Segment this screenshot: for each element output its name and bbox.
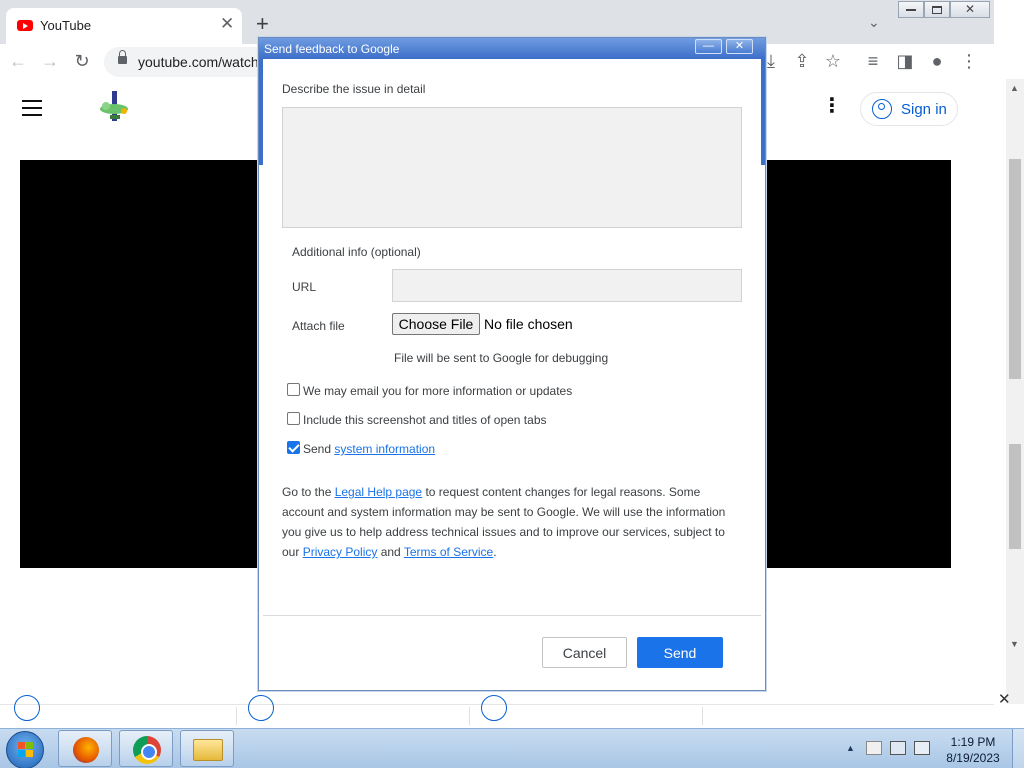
privacy-policy-link[interactable]: Privacy Policy [303, 545, 378, 559]
url-label: URL [292, 280, 317, 294]
bookmark-star-icon[interactable]: ☆ [821, 50, 845, 72]
system-info-checkbox[interactable] [287, 441, 300, 454]
screenshot-checkbox[interactable] [287, 412, 300, 425]
account-circle-icon [872, 99, 892, 119]
system-info-checkbox-label[interactable]: Send system information [303, 442, 435, 456]
system-information-link[interactable]: system information [334, 442, 435, 456]
browser-menu-icon[interactable]: ⋮ [957, 50, 981, 72]
media-control-icon[interactable]: ≡ [861, 50, 885, 72]
youtube-doodle-logo[interactable] [96, 89, 136, 125]
channel-avatar-icon[interactable] [481, 695, 507, 721]
no-file-chosen-text: No file chosen [484, 316, 573, 332]
page-bottom-row [0, 695, 994, 726]
divider [236, 707, 237, 725]
address-bar[interactable]: youtube.com/watch [104, 47, 262, 77]
attach-file-label: Attach file [292, 319, 345, 333]
maximize-icon [932, 5, 942, 14]
show-desktop-button[interactable] [1012, 729, 1024, 768]
taskbar-firefox[interactable] [58, 730, 112, 767]
taskbar-file-explorer[interactable] [180, 730, 234, 767]
system-clock[interactable]: 1:19 PM 8/19/2023 [940, 734, 1006, 766]
start-button[interactable] [6, 731, 44, 768]
channel-avatar-icon[interactable] [248, 695, 274, 721]
divider [702, 707, 703, 725]
dialog-frame-left [259, 59, 263, 165]
share-icon[interactable]: ⇪ [790, 50, 814, 72]
legal-text-1: Go to the [282, 485, 335, 499]
screenshot-checkbox-label[interactable]: Include this screenshot and titles of op… [303, 413, 547, 427]
divider [469, 707, 470, 725]
cancel-button[interactable]: Cancel [542, 637, 627, 668]
file-explorer-icon [193, 739, 223, 761]
legal-text-4: . [493, 545, 497, 559]
scrollbar-thumb[interactable] [1009, 159, 1021, 379]
tab-youtube[interactable]: YouTube ✕ [6, 8, 242, 44]
send-button[interactable]: Send [637, 637, 723, 668]
more-options-icon[interactable]: ⋮ [822, 96, 842, 116]
scroll-up-arrow-icon[interactable]: ▲ [1010, 83, 1019, 93]
describe-issue-label: Describe the issue in detail [282, 82, 426, 96]
dialog-close-button[interactable]: ✕ [726, 39, 753, 54]
chrome-icon [133, 736, 161, 764]
back-button[interactable]: ← [6, 50, 30, 72]
url-input[interactable] [392, 269, 742, 302]
dialog-divider [263, 615, 761, 616]
page-scrollbar[interactable]: ▲ ▼ [1006, 79, 1024, 704]
url-text[interactable]: youtube.com/watch [138, 54, 259, 70]
minimize-icon [906, 8, 916, 11]
clock-date: 8/19/2023 [946, 751, 1000, 765]
dialog-title: Send feedback to Google [264, 42, 400, 56]
sign-in-label: Sign in [901, 101, 947, 118]
forward-button[interactable]: → [38, 50, 62, 72]
action-center-flag-icon[interactable] [866, 741, 882, 755]
tab-close-icon[interactable]: ✕ [220, 15, 234, 32]
feedback-dialog: Send feedback to Google — ✕ Describe the… [258, 37, 766, 691]
scroll-down-arrow-icon[interactable]: ▼ [1010, 639, 1019, 649]
lock-icon[interactable] [118, 50, 127, 64]
profile-icon[interactable]: ● [925, 50, 949, 72]
windows-logo-icon [18, 742, 34, 758]
choose-file-button[interactable]: Choose File [392, 313, 480, 335]
window-maximize-button[interactable] [924, 1, 950, 18]
clock-time: 1:19 PM [950, 735, 996, 749]
tab-search-icon[interactable]: ⌄ [868, 14, 880, 31]
send-prefix-text: Send [303, 442, 332, 456]
channel-avatar-icon[interactable] [14, 695, 40, 721]
taskbar-chrome[interactable] [119, 730, 173, 767]
new-tab-button[interactable]: + [256, 13, 269, 35]
firefox-icon [73, 737, 99, 763]
sign-in-button[interactable]: Sign in [860, 92, 958, 126]
network-icon[interactable] [890, 741, 906, 755]
legal-notice: Go to the Legal Help page to request con… [282, 482, 744, 562]
scrollbar-thumb-secondary[interactable] [1009, 444, 1021, 549]
legal-text-3: and [377, 545, 404, 559]
description-textarea[interactable] [282, 107, 742, 228]
close-icon[interactable]: ✕ [998, 690, 1011, 708]
dialog-minimize-button[interactable]: — [695, 39, 722, 54]
additional-info-label: Additional info (optional) [292, 245, 421, 259]
reload-button[interactable]: ↻ [70, 50, 94, 72]
dialog-frame-right [761, 59, 765, 165]
window-minimize-button[interactable] [898, 1, 924, 18]
show-hidden-icons-arrow[interactable]: ▲ [846, 743, 855, 753]
hamburger-icon[interactable] [22, 100, 42, 116]
dialog-titlebar[interactable]: Send feedback to Google — ✕ [259, 38, 765, 59]
email-checkbox[interactable] [287, 383, 300, 396]
side-panel-icon[interactable]: ◨ [893, 50, 917, 72]
terms-of-service-link[interactable]: Terms of Service [404, 545, 493, 559]
taskbar: ▲ 1:19 PM 8/19/2023 [0, 728, 1024, 768]
legal-help-link[interactable]: Legal Help page [335, 485, 422, 499]
window-close-button[interactable]: ✕ [950, 1, 990, 18]
tab-title: YouTube [40, 18, 92, 33]
email-checkbox-label[interactable]: We may email you for more information or… [303, 384, 572, 398]
youtube-favicon-icon [17, 20, 33, 31]
volume-muted-icon[interactable] [914, 741, 930, 755]
file-note-text: File will be sent to Google for debuggin… [394, 351, 609, 365]
